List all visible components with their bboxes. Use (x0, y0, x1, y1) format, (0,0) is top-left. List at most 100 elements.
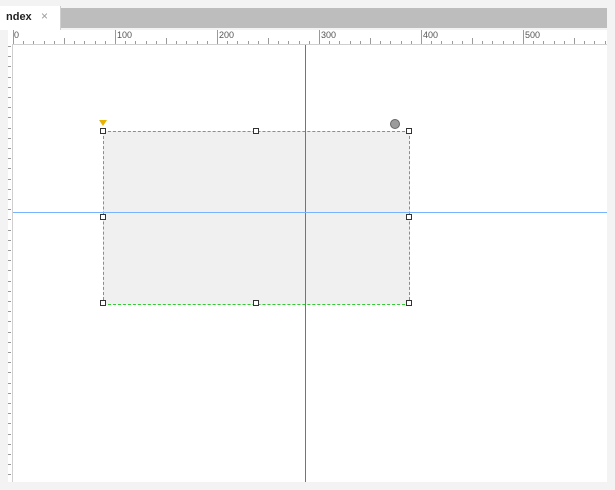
ruler-tick (8, 321, 11, 323)
workspace[interactable]: 0 100 200 300 400 500 (8, 30, 607, 482)
rectangle-shape[interactable] (103, 131, 410, 305)
ruler-tick (8, 280, 11, 282)
ruler-tick (410, 41, 412, 44)
ruler-tick (8, 352, 11, 353)
ruler-tick (8, 392, 11, 394)
ruler-tick (8, 341, 11, 343)
ruler-tick (451, 41, 453, 44)
ruler-tick (441, 41, 443, 44)
ruler-tick (502, 41, 504, 44)
ruler-tick (492, 41, 494, 44)
design-canvas[interactable] (13, 45, 607, 482)
ruler-tick (8, 46, 11, 47)
ruler-tick (8, 382, 11, 384)
horizontal-guide-line[interactable] (13, 212, 607, 213)
ruler-tick (8, 148, 11, 149)
ruler-tick (186, 41, 188, 44)
ruler-tick (8, 454, 11, 455)
ruler-tick (431, 41, 433, 44)
ruler-tick (135, 41, 137, 44)
ruler-tick (8, 199, 11, 200)
ruler-tick (145, 41, 147, 44)
ruler-tick (8, 301, 11, 302)
ruler-tick (8, 443, 11, 445)
tab-label: ndex (6, 11, 32, 23)
ruler-tick (553, 41, 555, 44)
ruler-label: 100 (117, 30, 133, 40)
ruler-tick (380, 41, 382, 44)
ruler-tick (53, 41, 55, 44)
ruler-tick (8, 413, 11, 415)
ruler-tick (8, 178, 11, 180)
ruler-tick (8, 464, 11, 466)
ruler-tick (8, 76, 11, 78)
vertical-guide-line[interactable] (305, 45, 306, 482)
ruler-tick (104, 41, 106, 44)
ruler-tick (390, 41, 392, 44)
tab-index[interactable]: ndex × (0, 6, 61, 30)
ruler-tick (64, 38, 65, 44)
ruler-tick (8, 250, 11, 251)
ruler-tick (8, 362, 11, 364)
ruler-tick (8, 290, 11, 292)
ruler-label: 500 (525, 30, 541, 40)
ruler-tick (13, 30, 14, 44)
resize-handle-top[interactable] (253, 128, 259, 134)
tab-bar: ndex × (0, 0, 615, 30)
ruler-tick (237, 41, 239, 44)
ruler-tick (196, 41, 198, 44)
resize-handle-bottom-right[interactable] (406, 300, 412, 306)
ruler-tick (247, 41, 249, 44)
ruler-tick (115, 30, 116, 44)
rotate-handle[interactable] (390, 119, 400, 129)
ruler-tick (594, 41, 596, 44)
ruler-tick (472, 38, 473, 44)
ruler-tick (206, 41, 208, 44)
ruler-tick (319, 30, 320, 44)
ruler-tick (23, 41, 25, 44)
ruler-tick (257, 41, 259, 44)
ruler-tick (8, 474, 11, 476)
ruler-tick (278, 41, 280, 44)
resize-handle-bottom[interactable] (253, 300, 259, 306)
ruler-label: 300 (321, 30, 337, 40)
ruler-tick (8, 137, 11, 139)
ruler-tick (84, 41, 86, 44)
ruler-tick (8, 158, 11, 160)
horizontal-ruler: 0 100 200 300 400 500 (8, 30, 607, 45)
resize-handle-top-right[interactable] (406, 128, 412, 134)
ruler-tick (339, 41, 341, 44)
ruler-tick (8, 127, 11, 129)
anchor-marker-icon[interactable] (99, 120, 107, 126)
ruler-tick (8, 433, 11, 435)
ruler-tick (8, 168, 11, 170)
ruler-tick (482, 41, 484, 44)
ruler-tick (8, 117, 11, 119)
ruler-label: 200 (219, 30, 235, 40)
ruler-tick (8, 107, 11, 109)
resize-handle-right[interactable] (406, 214, 412, 220)
resize-handle-bottom-left[interactable] (100, 300, 106, 306)
ruler-tick (8, 219, 11, 221)
ruler-tick (74, 41, 76, 44)
ruler-tick (400, 41, 402, 44)
ruler-tick (268, 38, 269, 44)
ruler-label: 0 (14, 30, 20, 40)
ruler-tick (8, 311, 11, 313)
resize-handle-left[interactable] (100, 214, 106, 220)
ruler-tick (8, 86, 11, 88)
ruler-tick (533, 41, 535, 44)
tab-strip-background (60, 8, 607, 28)
ruler-tick (512, 41, 514, 44)
ruler-tick (8, 97, 11, 98)
ruler-tick (8, 423, 11, 425)
resize-handle-top-left[interactable] (100, 128, 106, 134)
close-icon[interactable]: × (41, 9, 48, 23)
ruler-tick (8, 66, 11, 68)
ruler-tick (543, 41, 545, 44)
ruler-tick (217, 30, 218, 44)
ruler-tick (43, 41, 45, 44)
ruler-tick (308, 41, 310, 44)
ruler-tick (329, 41, 331, 44)
ruler-tick (604, 41, 606, 44)
